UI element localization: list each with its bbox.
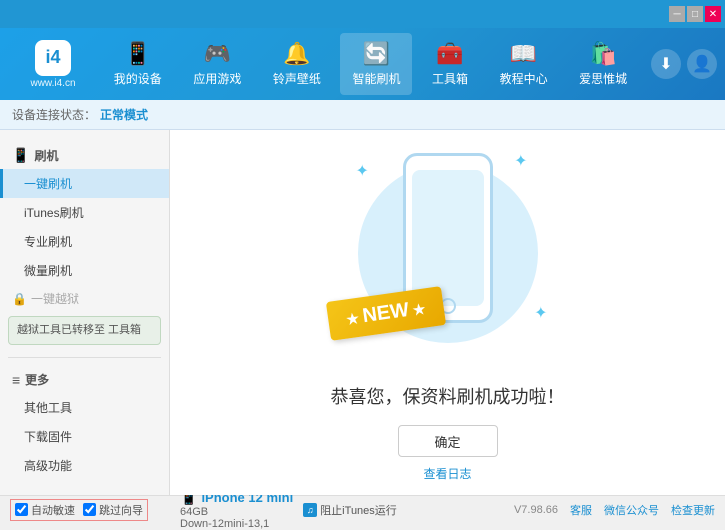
bottom-left: 自动敏速 跳过向导 [10,499,180,521]
sidebar-item-advanced[interactable]: 高级功能 [0,451,169,480]
confirm-button[interactable]: 确定 [398,425,498,457]
sidebar-note-jailbreak: 越狱工具已转移至 工具箱 [8,316,161,345]
close-button[interactable]: ✕ [705,6,721,22]
sidebar: 📱 刷机 一键刷机 iTunes刷机 专业刷机 微量刷机 🔒 一键越狱 越狱工具… [0,130,170,495]
flash-section-label: 刷机 [34,147,58,164]
main-layout: 📱 刷机 一键刷机 iTunes刷机 专业刷机 微量刷机 🔒 一键越狱 越狱工具… [0,130,725,495]
nav-icon-toolbox: 🧰 [436,41,463,67]
device-version: Down-12mini-13,1 [180,518,293,530]
more-section-icon: ≡ [12,372,20,388]
nav-icon-ringtones: 🔔 [283,41,310,67]
logo-subtitle: www.i4.cn [30,78,75,89]
nav-item-tmall[interactable]: 🛍️ 爱思惟城 [567,33,639,95]
sidebar-item-brushless[interactable]: 微量刷机 [0,256,169,285]
sidebar-item-itunes-flash[interactable]: iTunes刷机 [0,198,169,227]
sidebar-section-flash: 📱 刷机 一键刷机 iTunes刷机 专业刷机 微量刷机 🔒 一键越狱 越狱工具… [0,138,169,353]
titlebar: ─ □ ✕ [0,0,725,28]
nav-item-ringtones[interactable]: 🔔 铃声壁纸 [261,33,333,95]
device-block: 📱 iPhone 12 mini 64GB Down-12mini-13,1 [180,489,293,530]
lock-icon: 🔒 [12,292,27,306]
support-link[interactable]: 客服 [570,502,592,518]
nav-label-smart-shop: 智能刷机 [352,70,400,87]
auto-flash-label: 自动敏速 [31,502,75,518]
sidebar-item-other-tools[interactable]: 其他工具 [0,393,169,422]
nav-right-controls: ⬇ 👤 [651,49,717,79]
sidebar-item-jailbreak-disabled: 🔒 一键越狱 [0,285,169,312]
sidebar-section-more: ≡ 更多 其他工具 下载固件 高级功能 [0,362,169,484]
nav-label-ringtones: 铃声壁纸 [273,70,321,87]
version-label: V7.98.66 [514,504,558,516]
stop-itunes[interactable]: ♫ 阻止iTunes运行 [303,502,397,518]
nav-icon-apps-games: 🎮 [204,41,231,67]
logo: i4 www.i4.cn [8,40,98,89]
phone-screen [412,170,484,306]
sidebar-label-other-tools: 其他工具 [24,401,72,415]
checkbox-area: 自动敏速 跳过向导 [10,499,148,521]
sidebar-divider [8,357,161,358]
main-content: ✦ ✦ ✦ NEW 恭喜您，保资料刷机成功啦！ 确定 查看日志 [170,130,725,495]
nav-item-toolbox[interactable]: 🧰 工具箱 [420,33,480,95]
sidebar-section-flash-header: 📱 刷机 [0,142,169,169]
skip-wizard-checkbox[interactable]: 跳过向导 [83,502,143,518]
nav-label-toolbox: 工具箱 [432,70,468,87]
view-log-link[interactable]: 查看日志 [423,465,471,482]
sidebar-item-one-click-flash[interactable]: 一键刷机 [0,169,169,198]
nav-label-my-device: 我的设备 [114,70,162,87]
hero-graphic: ✦ ✦ ✦ NEW [328,143,568,363]
bottom-right: V7.98.66 客服 微信公众号 检查更新 [514,502,715,518]
sidebar-label-itunes-flash: iTunes刷机 [24,206,84,220]
stop-itunes-label: 阻止iTunes运行 [320,502,397,518]
minimize-button[interactable]: ─ [669,6,685,22]
nav-items: 📱 我的设备 🎮 应用游戏 🔔 铃声壁纸 🔄 智能刷机 🧰 工具箱 📖 教程中心… [98,28,643,100]
bottom-main: ♫ 阻止iTunes运行 [293,502,514,518]
auto-flash-checkbox[interactable]: 自动敏速 [15,502,75,518]
sidebar-section-more-header: ≡ 更多 [0,366,169,393]
status-value: 正常模式 [100,106,148,123]
more-section-label: 更多 [25,371,49,388]
nav-item-smart-shop[interactable]: 🔄 智能刷机 [340,33,412,95]
nav-icon-smart-shop: 🔄 [363,41,390,67]
success-text: 恭喜您，保资料刷机成功啦！ [331,383,565,409]
update-link[interactable]: 检查更新 [671,502,715,518]
nav-label-tmall: 爱思惟城 [579,70,627,87]
skip-wizard-label: 跳过向导 [99,502,143,518]
auto-flash-input[interactable] [15,503,28,516]
user-button[interactable]: 👤 [687,49,717,79]
sidebar-item-pro-flash[interactable]: 专业刷机 [0,227,169,256]
nav-item-apps-games[interactable]: 🎮 应用游戏 [181,33,253,95]
statusbar: 设备连接状态： 正常模式 [0,100,725,130]
nav-item-tutorials[interactable]: 📖 教程中心 [488,33,560,95]
sparkle-3: ✦ [534,303,547,323]
sparkle-2: ✦ [514,151,527,171]
nav-icon-my-device: 📱 [124,41,151,67]
nav-icon-tutorials: 📖 [510,41,537,67]
nav-label-tutorials: 教程中心 [500,70,548,87]
bottombar: 自动敏速 跳过向导 📱 iPhone 12 mini 64GB Down-12m… [0,495,725,523]
sidebar-label-brushless: 微量刷机 [24,264,72,278]
jailbreak-label: 一键越狱 [31,290,79,307]
sidebar-label-one-click-flash: 一键刷机 [24,177,72,191]
nav-label-apps-games: 应用游戏 [193,70,241,87]
sidebar-label-download-firmware: 下载固件 [24,430,72,444]
flash-section-icon: 📱 [12,147,29,164]
nav-icon-tmall: 🛍️ [589,41,616,67]
stop-itunes-icon: ♫ [303,503,317,517]
sidebar-label-advanced: 高级功能 [24,459,72,473]
maximize-button[interactable]: □ [687,6,703,22]
download-button[interactable]: ⬇ [651,49,681,79]
sidebar-item-download-firmware[interactable]: 下载固件 [0,422,169,451]
wechat-link[interactable]: 微信公众号 [604,502,659,518]
nav-item-my-device[interactable]: 📱 我的设备 [102,33,174,95]
sparkle-1: ✦ [356,161,369,181]
sidebar-label-pro-flash: 专业刷机 [24,235,72,249]
logo-icon: i4 [35,40,71,76]
status-label: 设备连接状态： [12,106,96,123]
skip-wizard-input[interactable] [83,503,96,516]
top-navigation: i4 www.i4.cn 📱 我的设备 🎮 应用游戏 🔔 铃声壁纸 🔄 智能刷机… [0,28,725,100]
device-storage: 64GB [180,506,293,518]
